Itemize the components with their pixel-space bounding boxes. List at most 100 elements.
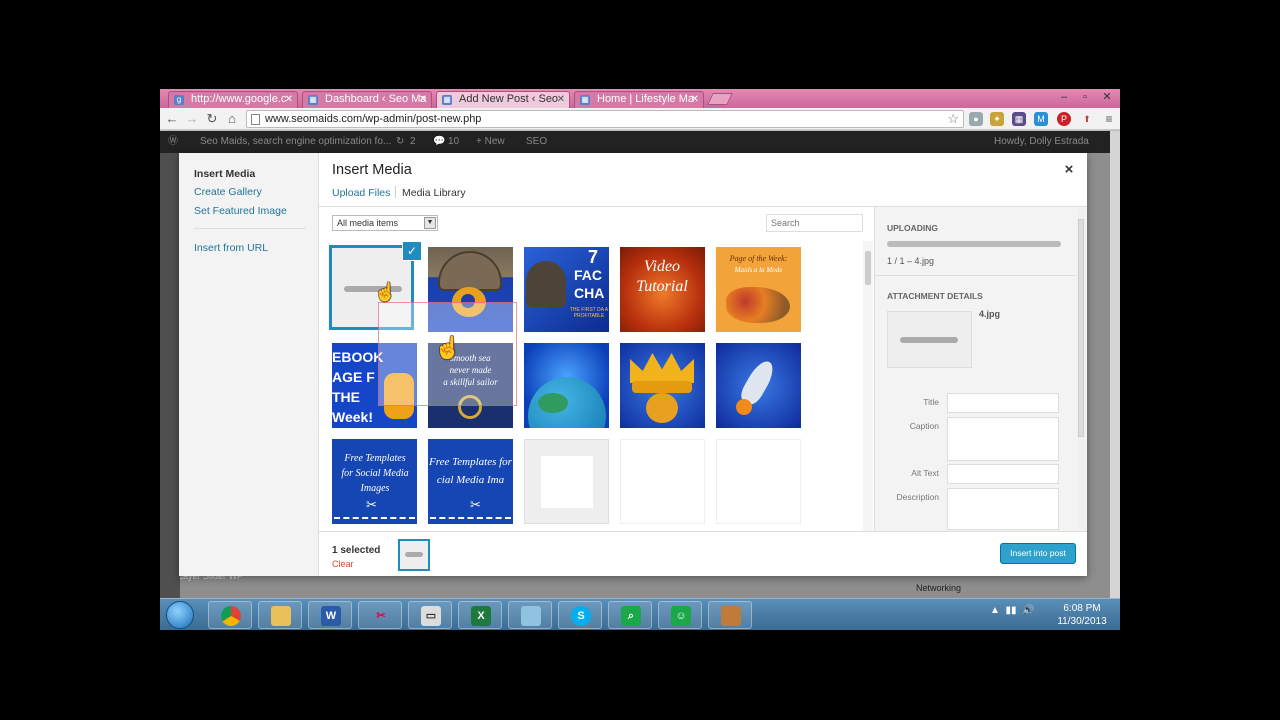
extension-grid-icon[interactable]: ▦ [1012,112,1026,126]
grid-scrollbar[interactable] [863,241,873,531]
thumb-text: Page of the Week: [729,254,788,263]
comments-icon[interactable]: 💬 [433,131,445,153]
title-input[interactable] [947,393,1059,413]
admin-bar-comments[interactable]: 10 [448,131,459,153]
taskbar-app[interactable]: ▭ [408,601,452,629]
tab-home-lifestyle[interactable]: ▦ Home | Lifestyle Ma ✕ [574,91,704,108]
menu-separator [194,228,306,229]
taskbar-snipping[interactable]: ✂ [358,601,402,629]
admin-bar-new[interactable]: + New [476,131,505,153]
media-search-input[interactable] [766,214,863,232]
admin-bar-updates[interactable]: 2 [410,131,416,153]
close-tab-icon[interactable]: ✕ [419,92,427,107]
thumb-text: Free Templates for Social Media Images [341,453,409,494]
close-tab-icon[interactable]: ✕ [557,92,565,107]
admin-bar-site-name[interactable]: Seo Maids, search engine optimization fo… [200,131,391,153]
taskbar-skype[interactable]: S [558,601,602,629]
tab-media-library[interactable]: Media Library [402,187,466,199]
description-label: Description [896,492,939,502]
tab-title: Home | Lifestyle Ma [597,93,695,105]
pinterest-icon[interactable]: P [1057,112,1071,126]
extension-globe-icon[interactable]: ● [969,112,983,126]
media-item-empty [716,439,801,524]
address-bar[interactable]: ☆ [246,110,964,128]
media-item-uploading[interactable] [524,439,609,524]
sidebar-scrollbar[interactable] [1077,209,1085,529]
media-item-video-tutorial[interactable]: Video Tutorial [620,247,705,332]
new-tab-button[interactable] [707,93,733,105]
caption-textarea[interactable] [947,417,1059,461]
taskbar-search-app[interactable]: ⌕ [608,601,652,629]
tab-add-new-post[interactable]: ▦ Add New Post ‹ Seo ✕ [436,91,570,108]
taskbar-clock[interactable]: 6:08 PM 11/30/2013 [1052,602,1112,628]
clear-selection-link[interactable]: Clear [332,559,354,569]
reload-icon[interactable]: ↻ [204,110,220,128]
dashed-line [430,517,511,519]
google-favicon-icon: g [174,95,184,105]
tab-dashboard[interactable]: ▦ Dashboard ‹ Seo Ma ✕ [302,91,432,108]
media-item-free-templates-2[interactable]: Free Templates for cial Media Ima ✂ [428,439,513,524]
media-item-page-of-week[interactable]: Page of the Week: Maids a la Mode [716,247,801,332]
start-button[interactable] [166,601,194,629]
taskbar-word[interactable]: W [308,601,352,629]
close-icon[interactable]: × [1061,161,1077,178]
wordpress-logo-icon[interactable]: Ⓦ [168,131,178,153]
extension-rocket-icon[interactable]: ⬆ [1080,112,1094,126]
tab-google[interactable]: g http://www.google.c ✕ [168,91,298,108]
taskbar-explorer[interactable] [258,601,302,629]
menu-icon[interactable]: ≡ [1102,112,1116,126]
media-item-free-templates-1[interactable]: Free Templates for Social Media Images ✂ [332,439,417,524]
insert-into-post-button[interactable]: Insert into post [1000,543,1076,564]
scrollbar-thumb[interactable] [1078,219,1084,437]
home-icon[interactable]: ⌂ [224,110,240,128]
back-icon[interactable]: ← [164,110,180,128]
forward-icon[interactable]: → [184,110,200,128]
menu-insert-media[interactable]: Insert Media [194,168,255,180]
page-icon [251,114,260,125]
admin-bar-seo[interactable]: SEO [526,131,547,153]
minimize-icon[interactable]: – [1053,90,1075,105]
eye-shape [646,393,678,423]
taskbar-excel[interactable]: X [458,601,502,629]
checkmark-icon[interactable]: ✓ [403,242,421,260]
excel-icon: X [471,606,491,626]
media-filter-select[interactable]: All media items ▼ [332,215,438,231]
tab-upload-files[interactable]: Upload Files [332,187,390,199]
site-favicon-icon: ▦ [580,95,590,105]
close-tab-icon[interactable]: ✕ [285,92,293,107]
selected-thumbnail[interactable] [398,539,430,571]
extension-puzzle-icon[interactable]: ✦ [990,112,1004,126]
taskbar-app2[interactable] [508,601,552,629]
extension-m-icon[interactable]: M [1034,112,1048,126]
menu-create-gallery[interactable]: Create Gallery [194,186,262,198]
media-item-globe[interactable] [524,343,609,428]
media-item-rocket[interactable] [716,343,801,428]
url-input[interactable] [265,112,935,126]
taskbar-user-app[interactable]: ☺ [658,601,702,629]
taskbar-presenter[interactable] [708,601,752,629]
chevron-down-icon: ▼ [424,217,436,229]
maximize-icon[interactable]: ▫ [1074,90,1096,105]
close-tab-icon[interactable]: ✕ [691,92,699,107]
media-item-king-bird[interactable] [620,343,705,428]
title-label: Title [923,397,939,407]
thumb-text: Free Templates for cial Media Ima [429,456,512,486]
placeholder-bar [405,552,423,557]
menu-insert-from-url[interactable]: Insert from URL [194,242,268,254]
scrollbar-thumb[interactable] [865,251,871,285]
alt-text-input[interactable] [947,464,1059,484]
window-close-icon[interactable]: ✕ [1096,90,1118,105]
window-icon: ▭ [421,606,441,626]
taskbar-chrome[interactable] [208,601,252,629]
page-scrollbar[interactable] [1110,131,1120,598]
updates-icon[interactable]: ↻ [396,131,404,153]
thumb-text: Video Tutorial [636,258,688,295]
description-textarea[interactable] [947,488,1059,530]
system-tray[interactable]: ▲ ▮▮ 🔊 [990,605,1034,616]
helmet-shape [526,261,566,307]
bookmark-star-icon[interactable]: ☆ [947,111,959,127]
menu-set-featured-image[interactable]: Set Featured Image [194,205,287,217]
admin-bar-howdy[interactable]: Howdy, Dolly Estrada [994,131,1089,153]
crown-band-shape [632,381,692,393]
media-item-7-facts[interactable]: 7 FAC CHA THE FIRST DA A PROFITABLE [524,247,609,332]
